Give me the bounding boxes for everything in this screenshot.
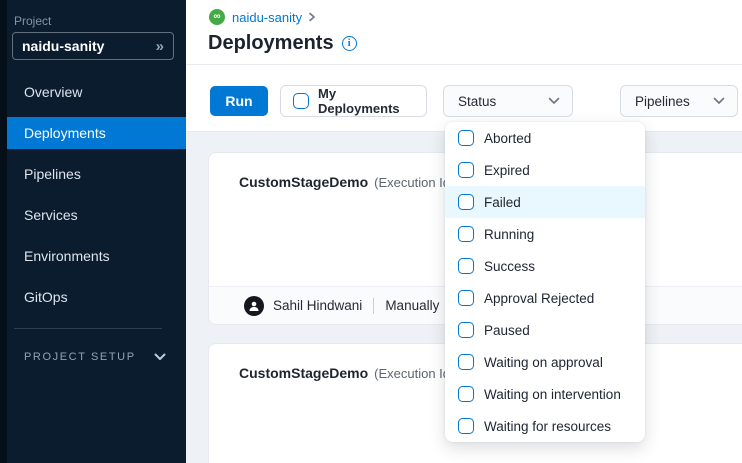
sidebar-item-deployments[interactable]: Deployments xyxy=(7,117,186,149)
pipelines-filter-dropdown[interactable]: Pipelines xyxy=(620,85,738,117)
menu-item-approval-rejected[interactable]: Approval Rejected xyxy=(445,282,645,314)
menu-checkbox[interactable] xyxy=(458,162,474,178)
sidebar-item-label: Overview xyxy=(24,84,82,100)
pipeline-name: CustomStageDemo xyxy=(239,365,368,381)
menu-item-label: Paused xyxy=(484,323,530,338)
triggered-by-user: Sahil Hindwani xyxy=(273,298,362,313)
menu-item-aborted[interactable]: Aborted xyxy=(445,122,645,154)
menu-item-label: Aborted xyxy=(484,131,531,146)
status-filter-menu: Aborted Expired Failed Running Success A… xyxy=(445,122,645,442)
menu-item-label: Expired xyxy=(484,163,530,178)
execution-card-title-row: CustomStageDemo (Execution Id xyxy=(239,365,450,381)
menu-checkbox[interactable] xyxy=(458,130,474,146)
menu-item-expired[interactable]: Expired xyxy=(445,154,645,186)
menu-checkbox[interactable] xyxy=(458,226,474,242)
menu-item-waiting-on-intervention[interactable]: Waiting on intervention xyxy=(445,378,645,410)
menu-checkbox[interactable] xyxy=(458,194,474,210)
page-header: ∞ naidu-sanity Deployments i Run My Depl… xyxy=(186,0,742,132)
sidebar-item-pipelines[interactable]: Pipelines xyxy=(7,158,186,190)
menu-checkbox[interactable] xyxy=(458,290,474,306)
project-setup-label: PROJECT SETUP xyxy=(24,351,136,363)
execution-card-title-row: CustomStageDemo (Execution Id xyxy=(239,174,450,190)
chevron-right-icon xyxy=(308,12,316,22)
project-selector[interactable]: naidu-sanity » xyxy=(12,32,174,60)
footer-divider xyxy=(373,298,374,314)
info-icon[interactable]: i xyxy=(342,36,357,51)
page-title: Deployments xyxy=(208,32,334,55)
status-filter-label: Status xyxy=(458,94,496,109)
sidebar-divider xyxy=(14,328,162,329)
breadcrumb: ∞ naidu-sanity xyxy=(209,9,316,25)
menu-item-label: Waiting on approval xyxy=(484,355,603,370)
menu-checkbox[interactable] xyxy=(458,418,474,434)
main-content: ∞ naidu-sanity Deployments i Run My Depl… xyxy=(186,0,742,463)
sidebar-item-label: Pipelines xyxy=(24,166,81,182)
sidebar-item-label: Services xyxy=(24,207,78,223)
sidebar-item-environments[interactable]: Environments xyxy=(7,240,186,272)
execution-id-label: (Execution Id xyxy=(374,175,450,190)
user-avatar xyxy=(244,296,264,316)
project-setup-toggle[interactable]: PROJECT SETUP xyxy=(24,348,172,366)
menu-item-failed[interactable]: Failed xyxy=(445,186,645,218)
menu-checkbox[interactable] xyxy=(458,386,474,402)
status-filter-dropdown[interactable]: Status xyxy=(443,85,573,117)
menu-item-label: Running xyxy=(484,227,534,242)
module-rail xyxy=(0,0,7,463)
sidebar-item-services[interactable]: Services xyxy=(7,199,186,231)
menu-item-label: Waiting for resources xyxy=(484,419,611,434)
my-deployments-label: My Deployments xyxy=(318,86,414,116)
double-chevron-icon[interactable]: » xyxy=(156,39,164,54)
person-icon xyxy=(248,300,260,312)
pipelines-filter-label: Pipelines xyxy=(635,94,690,109)
project-label: Project xyxy=(14,14,51,28)
sidebar-item-gitops[interactable]: GitOps xyxy=(7,281,186,313)
sidebar-item-label: Deployments xyxy=(24,125,106,141)
menu-item-success[interactable]: Success xyxy=(445,250,645,282)
sidebar-item-overview[interactable]: Overview xyxy=(7,76,186,108)
menu-item-running[interactable]: Running xyxy=(445,218,645,250)
chevron-down-icon xyxy=(548,97,560,105)
menu-item-label: Success xyxy=(484,259,535,274)
menu-item-waiting-for-resources[interactable]: Waiting for resources xyxy=(445,410,645,442)
project-selector-value: naidu-sanity xyxy=(22,38,104,54)
pipeline-name: CustomStageDemo xyxy=(239,174,368,190)
cd-module-icon: ∞ xyxy=(209,9,225,25)
run-button[interactable]: Run xyxy=(210,86,268,116)
sidebar: Project naidu-sanity » Overview Deployme… xyxy=(0,0,186,463)
menu-checkbox[interactable] xyxy=(458,354,474,370)
my-deployments-filter[interactable]: My Deployments xyxy=(280,85,427,117)
header-divider xyxy=(186,64,742,65)
chevron-down-icon xyxy=(154,353,166,361)
sidebar-item-label: GitOps xyxy=(24,289,68,305)
menu-item-waiting-on-approval[interactable]: Waiting on approval xyxy=(445,346,645,378)
menu-checkbox[interactable] xyxy=(458,258,474,274)
menu-item-label: Failed xyxy=(484,195,521,210)
menu-item-label: Waiting on intervention xyxy=(484,387,621,402)
my-deployments-checkbox[interactable] xyxy=(293,93,309,109)
chevron-down-icon xyxy=(713,97,725,105)
menu-item-paused[interactable]: Paused xyxy=(445,314,645,346)
page-title-row: Deployments i xyxy=(208,32,357,55)
sidebar-item-label: Environments xyxy=(24,248,110,264)
execution-id-label: (Execution Id xyxy=(374,366,450,381)
menu-checkbox[interactable] xyxy=(458,322,474,338)
menu-item-label: Approval Rejected xyxy=(484,291,594,306)
trigger-type: Manually xyxy=(385,298,439,313)
breadcrumb-project-link[interactable]: naidu-sanity xyxy=(232,10,302,25)
